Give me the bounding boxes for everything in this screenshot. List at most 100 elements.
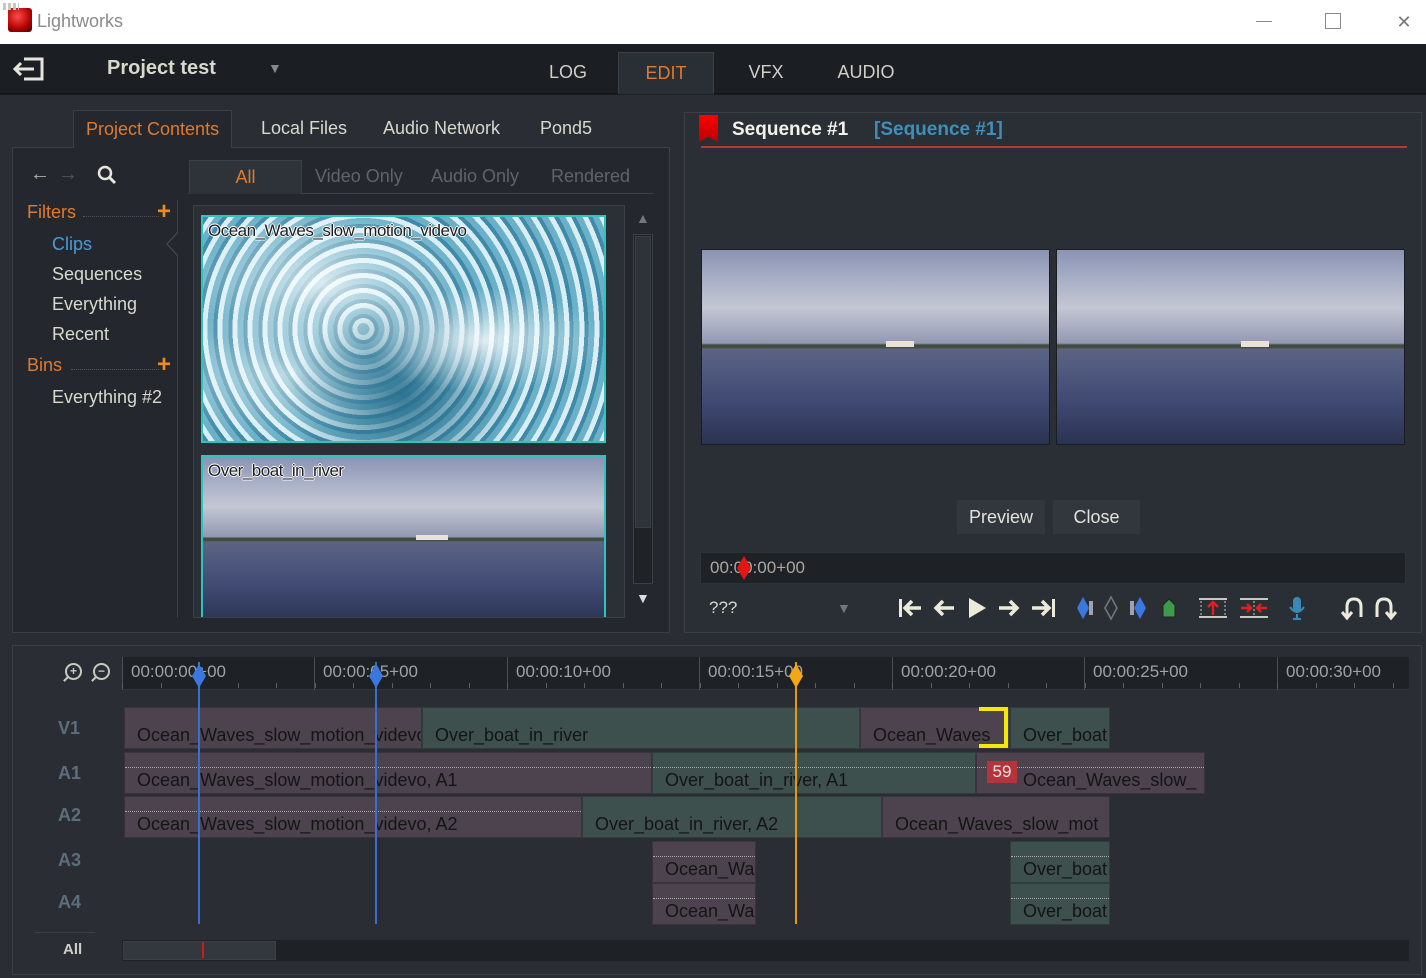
timeline-clip[interactable]: Ocean_Waves_slow_motion_videvo, A2 — [124, 796, 582, 838]
tab-edit[interactable]: EDIT — [618, 52, 714, 94]
timeline-clip[interactable]: Over_boat — [1010, 841, 1110, 883]
clip-scrollbar[interactable] — [633, 234, 653, 584]
clip-thumbnail[interactable]: Ocean_Waves_slow_motion_videvo — [201, 215, 606, 443]
zoom-out-icon[interactable]: − — [93, 663, 110, 680]
bins-heading-label: Bins — [27, 355, 63, 375]
zoom-in-icon[interactable]: + — [65, 663, 82, 680]
tab-local-files[interactable]: Local Files — [249, 110, 359, 148]
tab-audio-network[interactable]: Audio Network — [371, 110, 512, 148]
redo-icon[interactable] — [1373, 595, 1397, 621]
ruler-minor-tick — [815, 683, 816, 688]
tab-vfx[interactable]: VFX — [736, 52, 796, 94]
trim-point-marker[interactable] — [979, 707, 1008, 748]
tab-pond5[interactable]: Pond5 — [528, 110, 604, 148]
timeline-clip[interactable]: Over_boat — [1010, 883, 1110, 925]
source-viewer-frame[interactable] — [701, 249, 1050, 445]
exit-icon[interactable] — [12, 56, 46, 82]
viewer-mode-select[interactable]: ??? — [709, 598, 737, 618]
timeline-clip[interactable]: Ocean_Waves_slow_mot — [882, 796, 1110, 838]
project-title: Project test — [107, 57, 216, 79]
clip-thumbnail[interactable]: Over_boat_in_river — [201, 455, 606, 617]
remove-segment-icon[interactable] — [1197, 595, 1229, 621]
step-forward-icon[interactable] — [997, 595, 1021, 621]
add-filter-button[interactable]: + — [157, 200, 171, 224]
timeline-clip[interactable]: Ocean_Wa — [652, 883, 756, 925]
track-label-a1[interactable]: A1 — [58, 763, 81, 784]
ruler-minor-tick — [1277, 683, 1278, 688]
bin-item-everything-2[interactable]: Everything #2 — [52, 387, 162, 408]
clip-label: Ocean_Waves_slow_motion_videvo — [137, 725, 422, 745]
mark-in-marker[interactable] — [198, 662, 200, 924]
filters-heading: Filters — [27, 202, 159, 223]
record-viewer-frame[interactable] — [1056, 249, 1405, 445]
delete-segment-icon[interactable] — [1238, 595, 1270, 621]
add-cue-icon[interactable] — [1160, 595, 1178, 621]
chevron-down-icon[interactable]: ▼ — [837, 600, 851, 616]
clip-name: Over_boat_in_river — [208, 461, 344, 480]
timeline-overview-scrollbar[interactable] — [122, 940, 1409, 961]
project-dropdown-chevron-icon[interactable]: ▼ — [268, 60, 282, 76]
ruler-minor-tick — [1200, 683, 1201, 688]
scrollbar-thumb[interactable] — [635, 236, 651, 528]
ruler-minor-tick — [469, 683, 470, 688]
step-back-icon[interactable] — [932, 595, 956, 621]
mark-out-icon[interactable] — [1128, 595, 1148, 621]
ruler-minor-tick — [161, 683, 162, 688]
play-icon[interactable] — [966, 595, 988, 621]
timeline-clip[interactable]: Over_boat_in_river, A1 — [652, 752, 976, 794]
all-tracks-toggle[interactable]: All — [63, 941, 82, 958]
scroll-down-arrow-icon[interactable]: ▼ — [636, 590, 650, 606]
timecode-readout: 00:00:00+00 — [710, 558, 806, 577]
viewer-timecode-scrubber[interactable]: 00:00:00+00 — [700, 552, 1406, 584]
divider — [71, 369, 159, 370]
close-window-button[interactable]: ✕ — [1384, 8, 1424, 36]
track-label-v1[interactable]: V1 — [58, 718, 80, 739]
overview-visible-window[interactable] — [123, 941, 276, 960]
clear-marks-icon[interactable] — [1103, 595, 1119, 621]
timeline-clip[interactable]: Ocean_Waves_slow_motion_videvo, A1 — [124, 752, 652, 794]
filter-item-sequences[interactable]: Sequences — [52, 264, 142, 285]
ruler-minor-tick — [546, 683, 547, 688]
track-label-a4[interactable]: A4 — [58, 892, 81, 913]
filter-item-clips[interactable]: Clips — [52, 234, 92, 255]
undo-icon[interactable] — [1341, 595, 1365, 621]
ruler-label: 00:00:00+00 — [131, 662, 227, 681]
clip-label: Over_boat_in_river — [435, 725, 589, 745]
preview-button[interactable]: Preview — [957, 500, 1045, 534]
ruler-minor-tick — [392, 683, 393, 688]
divider — [35, 932, 95, 933]
voiceover-microphone-icon[interactable] — [1288, 595, 1306, 621]
tab-log[interactable]: LOG — [538, 52, 598, 94]
close-button[interactable]: Close — [1053, 500, 1140, 534]
tab-project-contents[interactable]: Project Contents — [73, 110, 233, 148]
mark-out-marker[interactable] — [375, 662, 377, 924]
go-to-end-icon[interactable] — [1030, 595, 1058, 621]
maximize-button[interactable] — [1312, 8, 1352, 36]
track-label-a3[interactable]: A3 — [58, 850, 81, 871]
add-bin-button[interactable]: + — [157, 353, 171, 377]
mark-in-icon[interactable] — [1075, 595, 1095, 621]
filter-item-recent[interactable]: Recent — [52, 324, 109, 345]
track-label-a2[interactable]: A2 — [58, 805, 81, 826]
ruler-minor-tick — [353, 683, 354, 688]
timeline-ruler[interactable]: 00:00:00+00 00:00:05+00 00:00:10+00 00:0… — [122, 657, 1409, 690]
timeline-clip[interactable]: Ocean_Waves_slow_motion_videvo — [124, 707, 422, 749]
timeline-clip[interactable]: Ocean_Wa — [652, 841, 756, 883]
tab-rendered[interactable]: Rendered — [551, 160, 630, 194]
timeline-playhead[interactable] — [795, 662, 797, 924]
search-icon[interactable] — [96, 164, 118, 186]
timeline-clip[interactable]: Over_boat_in_river, A2 — [582, 796, 882, 838]
timeline-clip[interactable]: Over_boat — [1010, 707, 1110, 749]
forward-arrow-icon[interactable]: → — [58, 163, 78, 186]
scroll-up-arrow-icon[interactable]: ▲ — [636, 210, 650, 226]
minimize-button[interactable] — [1244, 8, 1284, 36]
back-arrow-icon[interactable]: ← — [30, 163, 50, 186]
tab-audio[interactable]: AUDIO — [826, 52, 906, 94]
go-to-start-icon[interactable] — [897, 595, 923, 621]
tab-audio-only[interactable]: Audio Only — [431, 160, 519, 194]
ruler-minor-tick — [892, 683, 893, 688]
tab-video-only[interactable]: Video Only — [315, 160, 403, 194]
tab-all[interactable]: All — [189, 160, 302, 194]
frame-offset-badge: 59 — [987, 761, 1017, 783]
filter-item-everything[interactable]: Everything — [52, 294, 137, 315]
